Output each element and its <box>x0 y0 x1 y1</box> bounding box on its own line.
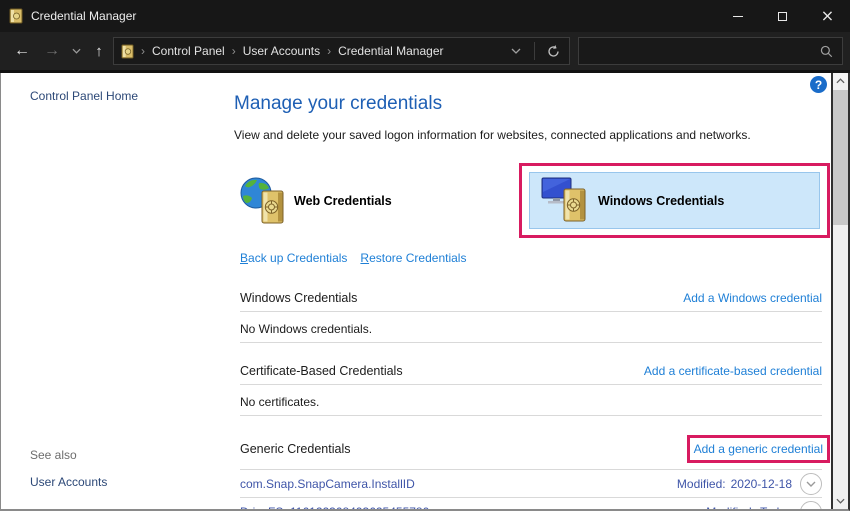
section-header-windows: Windows Credentials <box>240 291 357 305</box>
scrollbar-thumb[interactable] <box>833 90 848 225</box>
main-content: Manage your credentials View and delete … <box>225 73 831 509</box>
modified-date: Today <box>760 505 792 511</box>
divider <box>240 384 822 385</box>
chevron-down-icon <box>72 48 81 54</box>
credential-tiles-row: Web Credentials <box>234 163 822 238</box>
section-certificate-credentials: Certificate-Based Credentials Add a cert… <box>240 364 822 416</box>
backup-label: ack up Credentials <box>248 251 347 265</box>
scroll-down-button[interactable] <box>833 493 848 509</box>
sidebar-see-also-group: See also User Accounts <box>30 448 225 489</box>
divider <box>240 342 822 343</box>
up-arrow-icon: ↑ <box>95 43 103 60</box>
add-generic-credential-link[interactable]: Add a generic credential <box>694 442 823 456</box>
forward-button[interactable]: → <box>37 43 67 59</box>
annotation-highlight-box: Windows Credentials <box>519 163 830 238</box>
windows-credentials-label: Windows Credentials <box>598 194 724 208</box>
annotation-highlight-box: Add a generic credential <box>687 435 830 463</box>
add-windows-credential-link[interactable]: Add a Windows credential <box>683 291 822 305</box>
breadcrumb-user-accounts[interactable]: User Accounts <box>243 44 320 58</box>
breadcrumb-credential-manager[interactable]: Credential Manager <box>338 44 443 58</box>
search-icon <box>819 44 834 59</box>
caption-buttons: × <box>715 0 850 32</box>
chevron-down-icon <box>806 481 816 487</box>
section-header-generic: Generic Credentials <box>240 442 350 456</box>
modified-label: Modified: <box>706 505 755 511</box>
up-button[interactable]: ↑ <box>85 44 113 59</box>
sidebar-item-user-accounts[interactable]: User Accounts <box>30 475 225 489</box>
forward-arrow-icon: → <box>44 42 60 59</box>
recent-pages-dropdown[interactable] <box>67 48 85 54</box>
section-header-certificate: Certificate-Based Credentials <box>240 364 403 378</box>
modified-label: Modified: <box>677 477 726 491</box>
backup-accelerator: B <box>240 251 248 265</box>
page-description: View and delete your saved logon informa… <box>234 128 822 142</box>
breadcrumb-control-panel[interactable]: Control Panel <box>152 44 225 58</box>
windows-credentials-tile[interactable]: Windows Credentials <box>529 172 820 229</box>
search-input[interactable] <box>587 44 819 58</box>
breadcrumb-separator: › <box>327 44 331 58</box>
close-icon: × <box>821 8 834 24</box>
credential-manager-window: Credential Manager × ← → ↑ › Control Pan… <box>0 0 850 511</box>
address-location-icon <box>121 44 134 59</box>
restore-label: estore Credentials <box>369 251 466 265</box>
search-box[interactable] <box>578 37 843 65</box>
refresh-icon <box>546 44 561 59</box>
close-button[interactable]: × <box>805 0 850 32</box>
restore-accelerator: R <box>360 251 369 265</box>
restore-credentials-link[interactable]: Restore Credentials <box>360 251 466 265</box>
navigation-toolbar: ← → ↑ › Control Panel › User Accounts › … <box>0 32 850 73</box>
credential-entry-row: com.Snap.SnapCamera.InstallID Modified: … <box>240 470 822 497</box>
maximize-button[interactable] <box>760 0 805 32</box>
divider <box>240 311 822 312</box>
breadcrumb-separator: › <box>232 44 236 58</box>
sidebar: Control Panel Home See also User Account… <box>1 73 225 509</box>
sidebar-item-control-panel-home[interactable]: Control Panel Home <box>30 89 225 103</box>
credential-entry-snapcamera[interactable]: com.Snap.SnapCamera.InstallID <box>240 477 415 491</box>
web-credentials-icon <box>240 176 287 226</box>
web-credentials-label: Web Credentials <box>294 194 392 208</box>
section-generic-credentials: Generic Credentials Add a generic creden… <box>240 435 822 511</box>
backup-credentials-link[interactable]: Back up Credentials <box>240 251 347 265</box>
windows-credentials-icon <box>541 177 590 224</box>
credential-entry-row: DriveFS_116122308493625455780 Modified: … <box>240 498 822 511</box>
back-arrow-icon: ← <box>14 42 30 59</box>
credential-actions-row: Back up Credentials Restore Credentials <box>240 251 822 265</box>
modified-date: 2020-12-18 <box>731 477 792 491</box>
empty-certificates-text: No certificates. <box>240 395 822 409</box>
refresh-button[interactable] <box>542 44 564 59</box>
web-credentials-tile[interactable]: Web Credentials <box>240 176 392 226</box>
expand-entry-button[interactable] <box>800 501 822 511</box>
back-button[interactable]: ← <box>7 43 37 59</box>
help-button[interactable]: ? <box>810 76 827 93</box>
empty-windows-credentials-text: No Windows credentials. <box>240 322 822 336</box>
title-bar: Credential Manager × <box>0 0 850 32</box>
add-certificate-credential-link[interactable]: Add a certificate-based credential <box>644 364 822 378</box>
credential-entry-drivefs[interactable]: DriveFS_116122308493625455780 <box>240 505 429 511</box>
minimize-icon <box>733 16 743 17</box>
page-title: Manage your credentials <box>234 93 822 115</box>
window-body: Control Panel Home See also User Account… <box>0 73 850 511</box>
window-title: Credential Manager <box>31 9 136 23</box>
maximize-icon <box>778 12 787 21</box>
chevron-up-icon <box>836 78 845 84</box>
vertical-scrollbar[interactable] <box>831 73 848 509</box>
divider <box>240 415 822 416</box>
breadcrumb-separator: › <box>141 44 145 58</box>
expand-entry-button[interactable] <box>800 473 822 495</box>
minimize-button[interactable] <box>715 0 760 32</box>
address-bar[interactable]: › Control Panel › User Accounts › Creden… <box>113 37 570 65</box>
see-also-label: See also <box>30 448 225 462</box>
credential-manager-app-icon <box>9 8 23 24</box>
section-windows-credentials: Windows Credentials Add a Windows creden… <box>240 291 822 343</box>
address-divider <box>534 42 535 60</box>
chevron-down-icon <box>836 498 845 504</box>
address-dropdown-button[interactable] <box>505 48 527 54</box>
scroll-up-button[interactable] <box>833 73 848 89</box>
chevron-down-icon <box>511 48 521 54</box>
